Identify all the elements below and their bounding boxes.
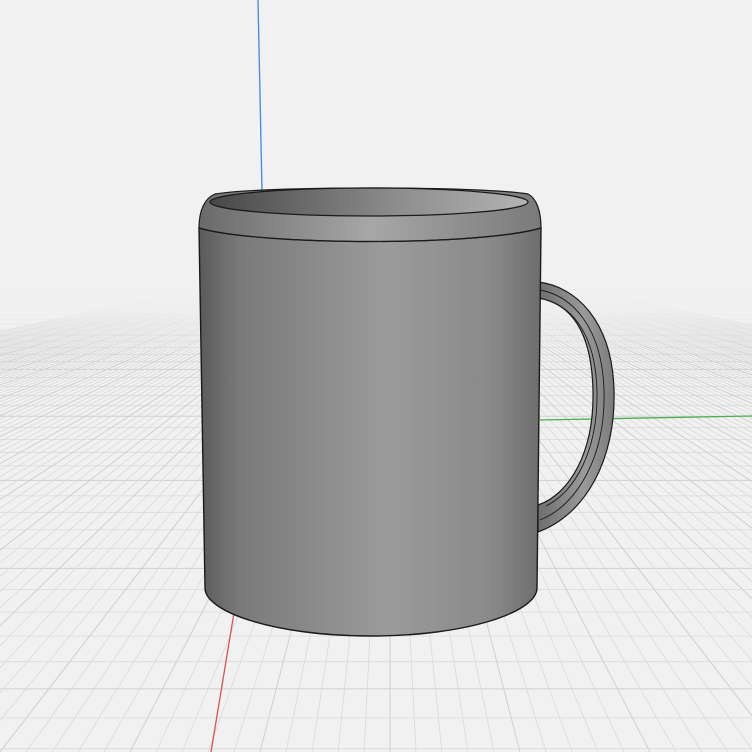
- mug-body[interactable]: [198, 187, 542, 637]
- scene-canvas[interactable]: [0, 0, 752, 752]
- 3d-viewport[interactable]: [0, 0, 752, 752]
- mug-opening: [209, 187, 529, 217]
